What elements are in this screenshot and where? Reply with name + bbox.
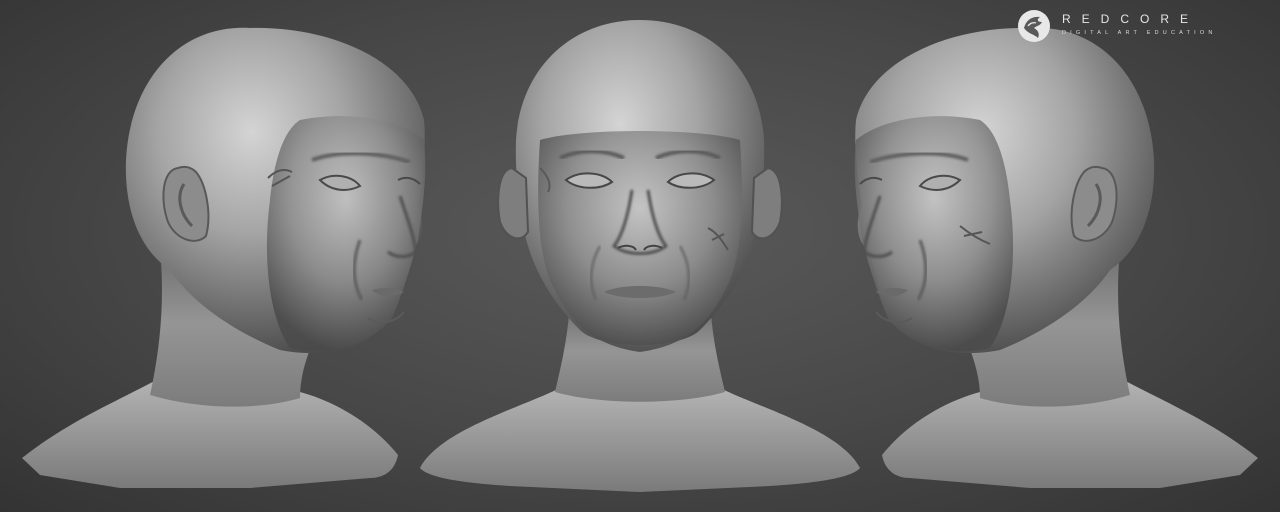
bust-three-quarter-right — [22, 27, 426, 488]
shoulders — [420, 388, 860, 492]
brand-tagline: DIGITAL ART EDUCATION — [1062, 30, 1217, 36]
ear-right — [750, 166, 783, 240]
ear-left — [497, 166, 530, 240]
face-plane — [266, 116, 426, 352]
sculpt-render — [22, 20, 1258, 492]
redcore-watermark: REDCORE DIGITAL ART EDUCATION — [1016, 8, 1266, 44]
bust-front — [420, 20, 860, 492]
bust-three-quarter-left — [854, 27, 1258, 488]
dragon-emblem-icon — [1018, 10, 1050, 42]
face-plane — [854, 116, 1014, 352]
brand-name: REDCORE — [1062, 12, 1200, 26]
render-stage: REDCORE DIGITAL ART EDUCATION — [0, 0, 1280, 512]
